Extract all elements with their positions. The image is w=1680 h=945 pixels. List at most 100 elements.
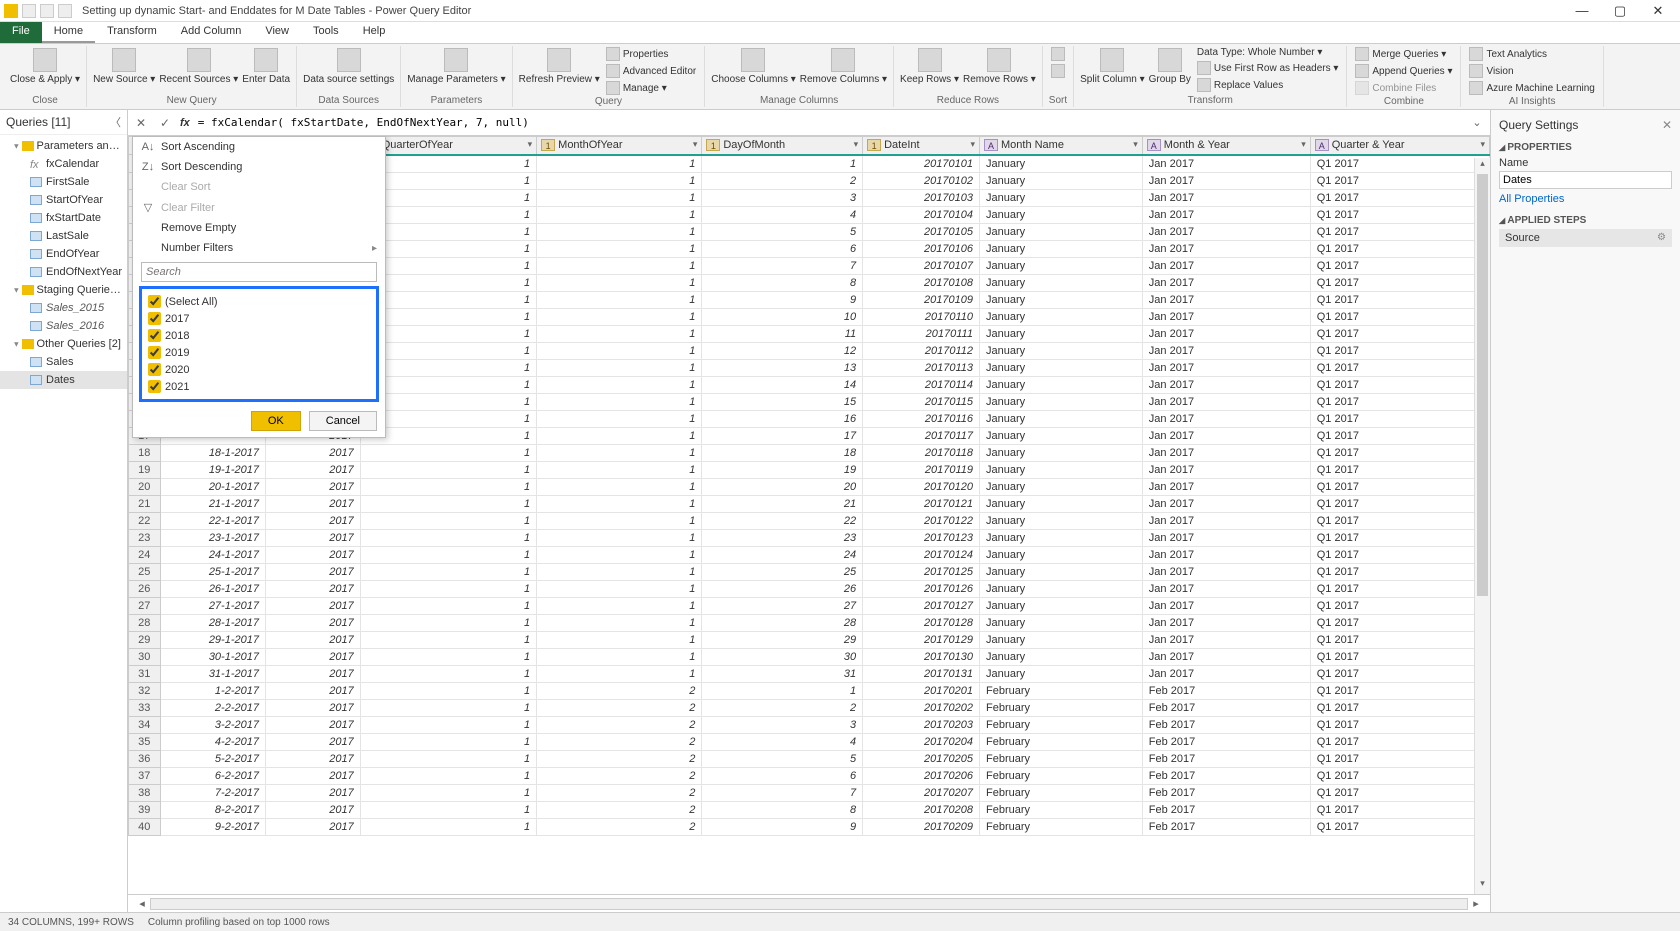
horizontal-scrollbar[interactable]: ◂ ▸: [128, 894, 1490, 912]
sort-descending-item[interactable]: Z↓Sort Descending: [133, 157, 385, 177]
merge-queries-button[interactable]: Merge Queries ▾: [1353, 46, 1454, 62]
query-item-endofnextyear[interactable]: EndOfNextYear: [0, 263, 127, 281]
properties-button[interactable]: Properties: [604, 46, 698, 62]
column-filter-arrow[interactable]: ▾: [970, 139, 975, 150]
data-type-dropdown[interactable]: Data Type: Whole Number ▾: [1195, 46, 1341, 59]
remove-empty-item[interactable]: Remove Empty: [133, 218, 385, 238]
tab-view[interactable]: View: [253, 22, 301, 43]
table-row[interactable]: 1919-1-20172017111920170119JanuaryJan 20…: [129, 461, 1490, 478]
column-header-quarterofyear[interactable]: 1QuarterOfYear▾: [360, 137, 536, 155]
table-row[interactable]: 376-2-2017201712620170206FebruaryFeb 201…: [129, 767, 1490, 784]
first-row-headers-button[interactable]: Use First Row as Headers ▾: [1195, 60, 1341, 76]
query-group[interactable]: Staging Queries [2]: [0, 281, 127, 299]
advanced-editor-button[interactable]: Advanced Editor: [604, 63, 698, 79]
filter-value-2017[interactable]: 2017: [145, 310, 373, 327]
column-header-month---year[interactable]: AMonth & Year▾: [1142, 137, 1310, 155]
table-row[interactable]: 332-2-2017201712220170202FebruaryFeb 201…: [129, 699, 1490, 716]
column-filter-arrow[interactable]: ▾: [528, 139, 533, 150]
scroll-right-arrow[interactable]: ▸: [1468, 897, 1484, 910]
table-row[interactable]: 2727-1-20172017112720170127JanuaryJan 20…: [129, 597, 1490, 614]
column-header-quarter---year[interactable]: AQuarter & Year▾: [1310, 137, 1489, 155]
recent-sources-button[interactable]: Recent Sources ▾: [159, 46, 238, 85]
query-group[interactable]: Other Queries [2]: [0, 335, 127, 353]
group-by-button[interactable]: Group By: [1149, 46, 1191, 85]
table-row[interactable]: 343-2-2017201712320170203FebruaryFeb 201…: [129, 716, 1490, 733]
tab-help[interactable]: Help: [351, 22, 398, 43]
close-window-button[interactable]: ✕: [1646, 3, 1670, 19]
table-row[interactable]: 2828-1-20172017112820170128JanuaryJan 20…: [129, 614, 1490, 631]
tab-transform[interactable]: Transform: [95, 22, 169, 43]
data-source-settings-button[interactable]: Data source settings: [303, 46, 394, 85]
refresh-preview-button[interactable]: Refresh Preview ▾: [519, 46, 600, 85]
new-source-button[interactable]: New Source ▾: [93, 46, 155, 85]
table-row[interactable]: 409-2-2017201712920170209FebruaryFeb 201…: [129, 818, 1490, 835]
tab-home[interactable]: Home: [42, 22, 95, 43]
formula-input[interactable]: [196, 114, 1462, 131]
manage-parameters-button[interactable]: Manage Parameters ▾: [407, 46, 505, 85]
tab-add-column[interactable]: Add Column: [169, 22, 254, 43]
column-header-monthofyear[interactable]: 1MonthOfYear▾: [537, 137, 702, 155]
query-item-sales_2015[interactable]: Sales_2015: [0, 299, 127, 317]
scroll-left-arrow[interactable]: ◂: [134, 897, 150, 910]
sort-asc-button[interactable]: [1049, 46, 1067, 62]
column-filter-arrow[interactable]: ▾: [1133, 139, 1138, 150]
query-item-firstsale[interactable]: FirstSale: [0, 173, 127, 191]
sort-desc-button[interactable]: [1049, 63, 1067, 79]
keep-rows-button[interactable]: Keep Rows ▾: [900, 46, 959, 85]
table-row[interactable]: 2020-1-20172017112020170120JanuaryJan 20…: [129, 478, 1490, 495]
minimize-button[interactable]: —: [1570, 3, 1594, 19]
enter-data-button[interactable]: Enter Data: [242, 46, 290, 85]
choose-columns-button[interactable]: Choose Columns ▾: [711, 46, 796, 85]
query-item-endofyear[interactable]: EndOfYear: [0, 245, 127, 263]
filter-value-2021[interactable]: 2021: [145, 378, 373, 395]
qat-save-icon[interactable]: [22, 4, 36, 18]
column-header-month-name[interactable]: AMonth Name▾: [979, 137, 1142, 155]
filter-cancel-button[interactable]: Cancel: [309, 411, 377, 431]
formula-commit-button[interactable]: ✓: [156, 114, 174, 132]
table-row[interactable]: 398-2-2017201712820170208FebruaryFeb 201…: [129, 801, 1490, 818]
table-row[interactable]: 2424-1-20172017112420170124JanuaryJan 20…: [129, 546, 1490, 563]
table-row[interactable]: 3131-1-20172017113120170131JanuaryJan 20…: [129, 665, 1490, 682]
query-item-startofyear[interactable]: StartOfYear: [0, 191, 127, 209]
table-row[interactable]: 2929-1-20172017112920170129JanuaryJan 20…: [129, 631, 1490, 648]
split-column-button[interactable]: Split Column ▾: [1080, 46, 1145, 85]
data-grid[interactable]: ▾�Date▾1Year▾1QuarterOfYear▾1MonthOfYear…: [128, 136, 1490, 894]
scroll-down-arrow[interactable]: ▾: [1475, 878, 1490, 894]
filter-value-2018[interactable]: 2018: [145, 327, 373, 344]
step-gear-icon[interactable]: ⚙: [1657, 232, 1666, 244]
table-row[interactable]: 365-2-2017201712520170205FebruaryFeb 201…: [129, 750, 1490, 767]
qat-redo-icon[interactable]: [58, 4, 72, 18]
table-row[interactable]: 321-2-2017201712120170201FebruaryFeb 201…: [129, 682, 1490, 699]
filter-search-input[interactable]: [141, 262, 377, 282]
vision-button[interactable]: Vision: [1467, 63, 1596, 79]
query-group[interactable]: Parameters and Fu…: [0, 137, 127, 155]
query-item-fxstartdate[interactable]: fxStartDate: [0, 209, 127, 227]
query-item-sales[interactable]: Sales: [0, 353, 127, 371]
column-filter-arrow[interactable]: ▾: [1301, 139, 1306, 150]
all-properties-link[interactable]: All Properties: [1499, 189, 1672, 209]
filter-select-all[interactable]: (Select All): [145, 293, 373, 310]
query-item-sales_2016[interactable]: Sales_2016: [0, 317, 127, 335]
sort-ascending-item[interactable]: A↓Sort Ascending: [133, 137, 385, 157]
applied-step-source[interactable]: Source⚙: [1499, 229, 1672, 247]
table-row[interactable]: 2525-1-20172017112520170125JanuaryJan 20…: [129, 563, 1490, 580]
query-settings-close[interactable]: ✕: [1662, 118, 1672, 132]
column-filter-arrow[interactable]: ▾: [693, 139, 698, 150]
table-row[interactable]: 1818-1-20172017111820170118JanuaryJan 20…: [129, 444, 1490, 461]
close-apply-button[interactable]: Close & Apply ▾: [10, 46, 80, 85]
table-row[interactable]: 2626-1-20172017112620170126JanuaryJan 20…: [129, 580, 1490, 597]
remove-rows-button[interactable]: Remove Rows ▾: [963, 46, 1036, 85]
table-row[interactable]: 2222-1-20172017112220170122JanuaryJan 20…: [129, 512, 1490, 529]
query-item-fxcalendar[interactable]: fxfxCalendar: [0, 155, 127, 173]
append-queries-button[interactable]: Append Queries ▾: [1353, 63, 1454, 79]
azure-ml-button[interactable]: Azure Machine Learning: [1467, 80, 1596, 96]
query-name-input[interactable]: [1499, 171, 1672, 189]
query-item-dates[interactable]: Dates: [0, 371, 127, 389]
formula-cancel-button[interactable]: ✕: [132, 114, 150, 132]
filter-ok-button[interactable]: OK: [251, 411, 301, 431]
qat-undo-icon[interactable]: [40, 4, 54, 18]
number-filters-item[interactable]: Number Filters▸: [133, 238, 385, 258]
column-header-dayofmonth[interactable]: 1DayOfMonth▾: [702, 137, 863, 155]
combine-files-button[interactable]: Combine Files: [1353, 80, 1454, 96]
tab-tools[interactable]: Tools: [301, 22, 351, 43]
